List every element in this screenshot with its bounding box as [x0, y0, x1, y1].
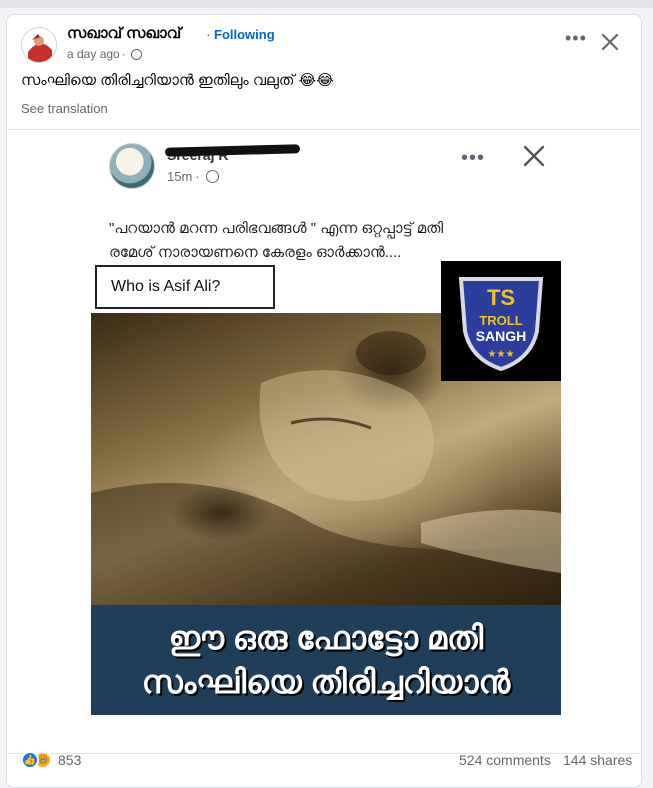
troll-sangh-logo: TS TROLL SANGH ★★★: [441, 261, 561, 381]
author-avatar[interactable]: [21, 27, 57, 63]
avatar-image: [22, 28, 56, 62]
close-icon[interactable]: [599, 31, 621, 53]
shared-post-time: 15m: [167, 169, 193, 184]
post-caption: സംഘിയെ തിരിച്ചറിയാൻ ഇതിലും വലുത് 😂😂: [21, 72, 334, 89]
shared-close-icon: [523, 145, 545, 167]
shares-count[interactable]: 144 shares: [563, 752, 632, 768]
shared-post-text: "പറയാൻ മറന്ന പരിഭവങ്ങൾ " എന്ന ഒറ്റപ്പാട്…: [109, 217, 539, 265]
globe-icon: [130, 48, 142, 60]
comments-count[interactable]: 524 comments: [459, 752, 551, 768]
shared-globe-icon: [205, 170, 219, 183]
shared-author-avatar: [109, 143, 155, 189]
logo-sangh-text: SANGH: [476, 328, 527, 344]
shield-logo-icon: TS TROLL SANGH ★★★: [458, 277, 544, 372]
reactions-summary[interactable]: 👍 😆 853: [21, 751, 81, 769]
see-translation-link[interactable]: See translation: [21, 101, 108, 116]
shared-text-line1: "പറയാൻ മറന്ന പരിഭവങ്ങൾ " എന്ന ഒറ്റപ്പാട്…: [109, 220, 444, 237]
shared-time-separator: ·: [195, 169, 200, 184]
post-time[interactable]: a day ago: [67, 47, 120, 61]
meme-image: Who is Asif Ali? TS TROLL SANGH ★★★ ഈ ഒര…: [91, 261, 561, 715]
time-separator: ·: [121, 47, 126, 61]
reaction-count: 853: [58, 752, 82, 768]
who-is-box: Who is Asif Ali?: [95, 265, 275, 309]
shared-post-meta: 15m ·: [167, 169, 219, 184]
post-meta: a day ago ·: [67, 47, 142, 61]
post-card: സഖാവ് സഖാവ് · Following a day ago · ••• …: [6, 14, 642, 788]
banner-line1: ഈ ഒരു ഫോട്ടോ മതി: [168, 620, 484, 656]
shared-more-icon: •••: [461, 147, 486, 169]
like-reaction-icon: 👍: [21, 751, 39, 769]
banner-line2: സംഘിയെ തിരിച്ചറിയാൻ: [141, 664, 511, 700]
meme-caption-banner: ഈ ഒരു ഫോട്ടോ മതി സംഘിയെ തിരിച്ചറിയാൻ: [91, 605, 561, 715]
logo-troll-text: TROLL: [479, 313, 522, 328]
logo-initials: TS: [487, 285, 515, 310]
author-name[interactable]: സഖാവ് സഖാവ്: [67, 25, 181, 42]
following-button[interactable]: Following: [214, 27, 275, 42]
separator-dot: ·: [206, 26, 211, 42]
top-border: [0, 0, 653, 8]
svg-text:★★★: ★★★: [488, 349, 515, 360]
more-options-icon[interactable]: •••: [565, 29, 587, 47]
media-divider-top: [7, 129, 641, 130]
